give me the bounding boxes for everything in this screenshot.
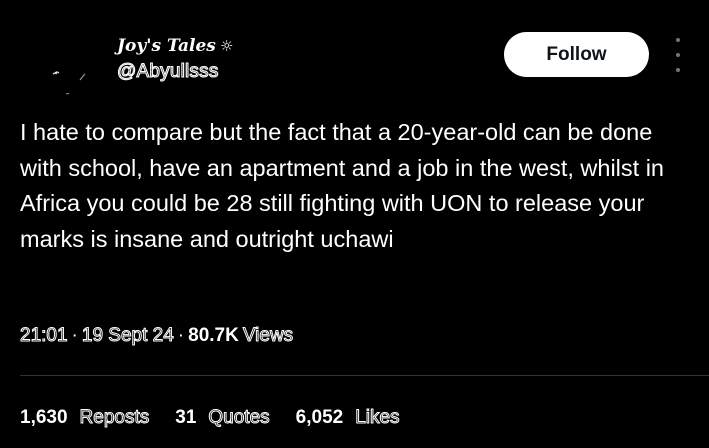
likes-label: Likes	[355, 407, 400, 429]
sun-icon: ☼	[219, 37, 234, 55]
tweet-date[interactable]: 19 Sept 24	[81, 325, 174, 347]
likes-stat[interactable]: 6,052 Likes	[296, 407, 400, 429]
display-name-text: Joy's Tales	[117, 36, 216, 56]
more-dot	[676, 38, 680, 42]
reposts-count: 1,630	[20, 407, 68, 428]
tweet-meta: 21:01 · 19 Sept 24 · 80.7K Views	[20, 325, 294, 347]
divider	[20, 375, 709, 376]
tweet-time[interactable]: 21:01	[20, 325, 69, 347]
views-label: Views	[242, 325, 294, 347]
views-count: 80.7K	[188, 325, 239, 346]
reposts-label: Reposts	[79, 407, 150, 429]
meta-separator: ·	[177, 325, 185, 346]
quotes-stat[interactable]: 31 Quotes	[175, 407, 270, 429]
engagement-stats: 1,630 Reposts 31 Quotes 6,052 Likes	[20, 407, 426, 429]
author-display-name[interactable]: Joy's Tales ☼	[117, 36, 233, 56]
author-handle[interactable]: @Abyullsss	[116, 60, 218, 83]
quotes-label: Quotes	[208, 407, 270, 429]
meta-separator: ·	[71, 325, 78, 346]
profile-avatar-icon	[28, 30, 96, 98]
likes-count: 6,052	[295, 407, 344, 428]
more-options-icon[interactable]	[668, 38, 688, 72]
more-dot	[676, 53, 680, 57]
follow-button[interactable]: Follow	[504, 32, 649, 77]
tweet-text: I hate to compare but the fact that a 20…	[20, 119, 665, 252]
avatar[interactable]	[28, 30, 96, 98]
more-dot	[676, 68, 680, 72]
reposts-stat[interactable]: 1,630 Reposts	[20, 407, 150, 429]
quotes-count: 31	[175, 407, 197, 428]
